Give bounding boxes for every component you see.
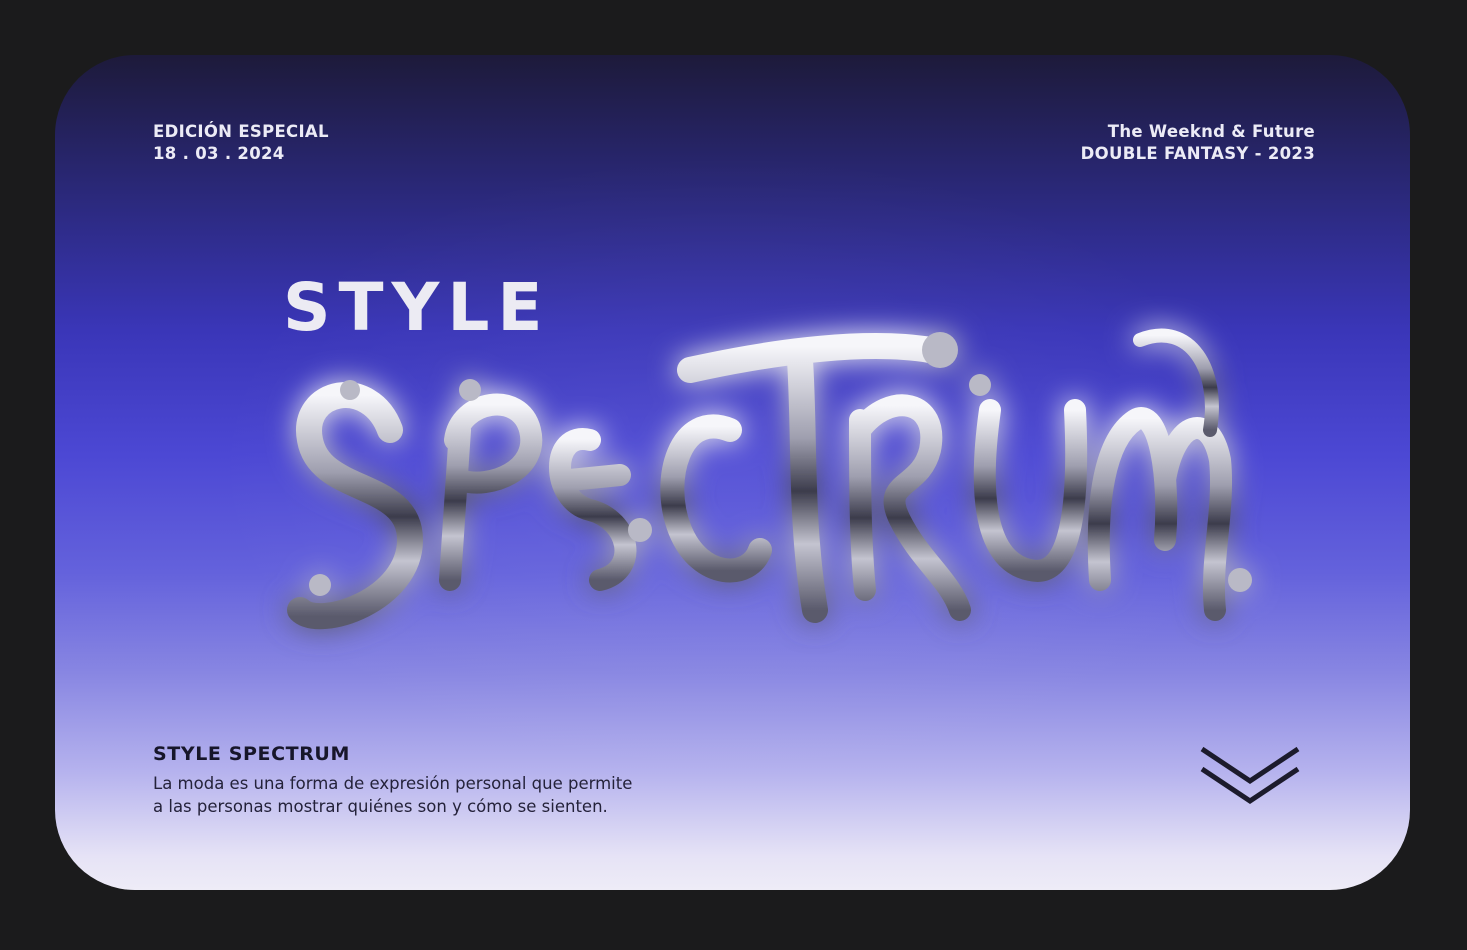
description-line: a las personas mostrar quiénes son y cóm… bbox=[153, 797, 608, 816]
hero-card: EDICIÓN ESPECIAL 18 . 03 . 2024 The Week… bbox=[55, 55, 1410, 890]
artist-names: The Weeknd & Future bbox=[1107, 122, 1315, 141]
album-title: DOUBLE FANTASY - 2023 bbox=[1080, 144, 1315, 163]
edition-date: 18 . 03 . 2024 bbox=[153, 144, 285, 163]
description-line: La moda es una forma de expresión person… bbox=[153, 774, 633, 793]
footer-title: STYLE SPECTRUM bbox=[153, 743, 350, 765]
double-chevron-down-icon[interactable] bbox=[1198, 743, 1302, 813]
edition-info: EDICIÓN ESPECIAL 18 . 03 . 2024 bbox=[153, 121, 329, 165]
edition-label: EDICIÓN ESPECIAL bbox=[153, 122, 329, 141]
album-info: The Weeknd & Future DOUBLE FANTASY - 202… bbox=[1081, 121, 1315, 165]
footer-description: La moda es una forma de expresión person… bbox=[153, 772, 713, 818]
chrome-spectrum-lettering bbox=[260, 280, 1252, 670]
